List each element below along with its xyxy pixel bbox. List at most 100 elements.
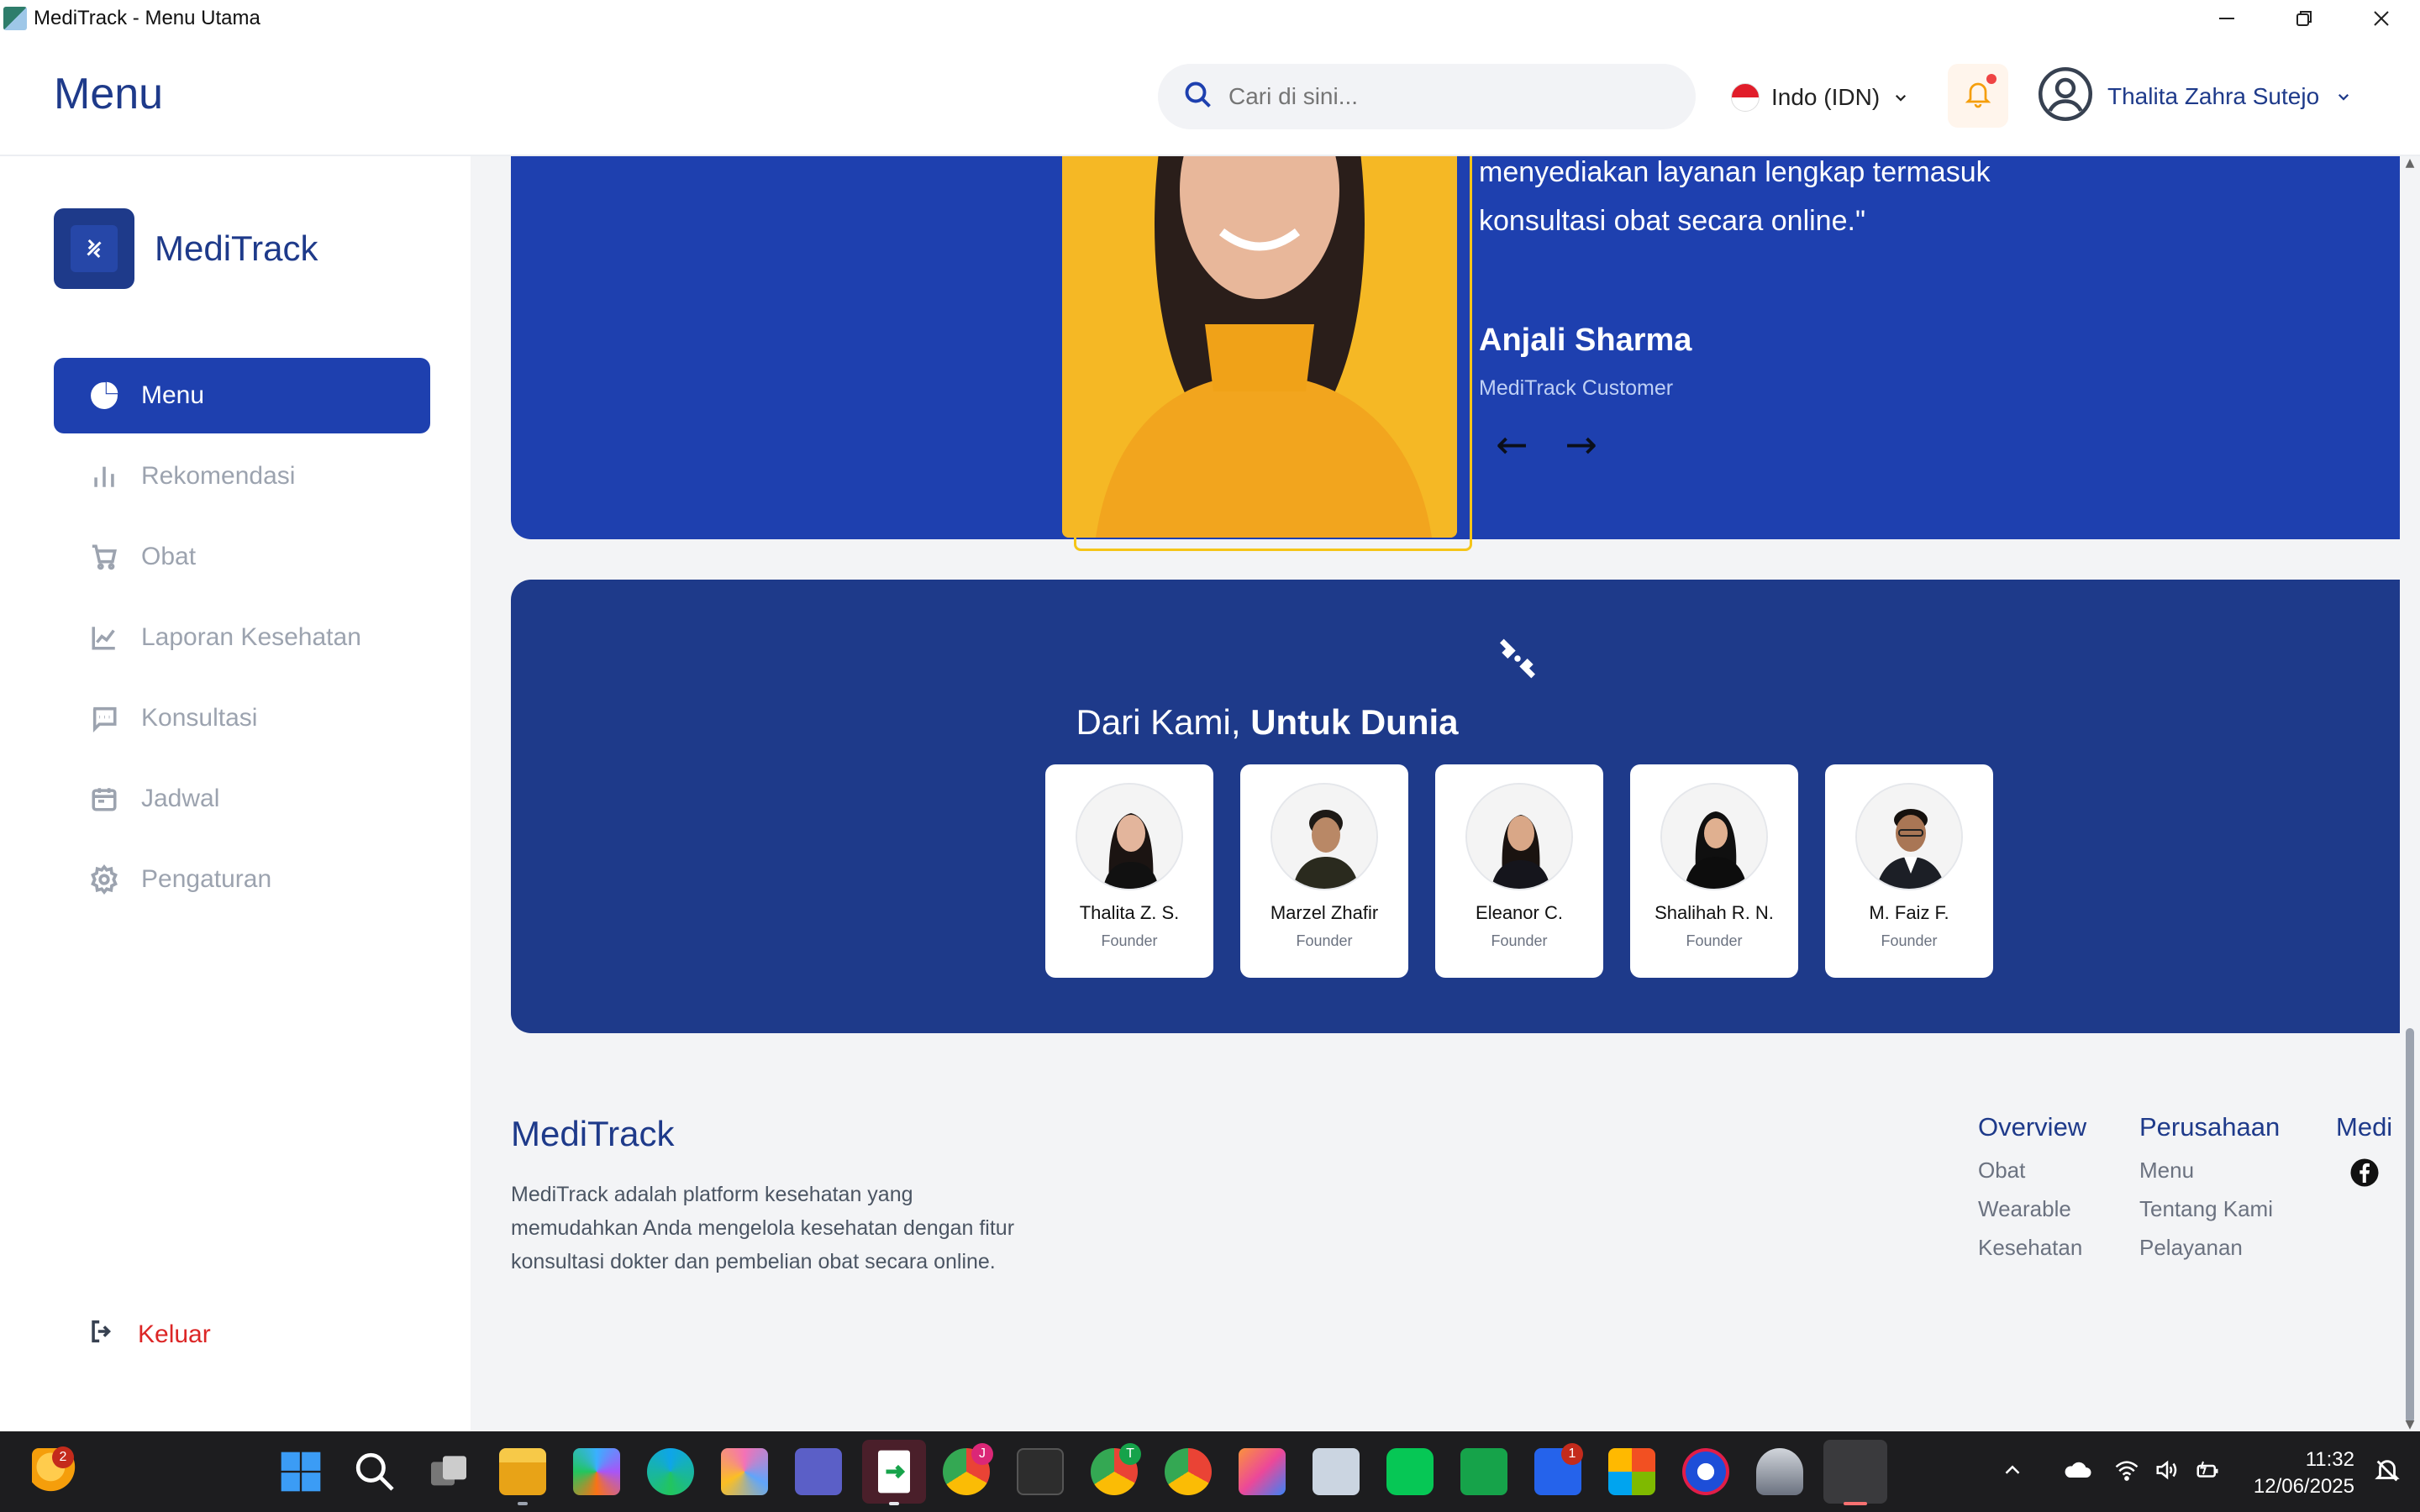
cart-icon: [87, 540, 121, 574]
sidebar-item-konsultasi[interactable]: Konsultasi: [54, 680, 430, 756]
logout-icon: [87, 1317, 138, 1352]
avatar: [1465, 783, 1573, 890]
vertical-scrollbar[interactable]: ▲ ▼: [2400, 156, 2420, 1431]
testimonial-photo: [1062, 156, 1457, 538]
notification-dot: [1986, 74, 1996, 84]
onedrive-icon[interactable]: [2062, 1457, 2092, 1486]
calendar-icon: [87, 782, 121, 816]
team-card[interactable]: Marzel Zhafir Founder: [1240, 764, 1408, 978]
footer-link[interactable]: Pelayanan: [2139, 1235, 2280, 1273]
chat-icon: [87, 701, 121, 735]
next-arrow-button[interactable]: →: [1565, 423, 1598, 465]
avatar: [1270, 783, 1378, 890]
active-app-highlight[interactable]: [862, 1440, 926, 1504]
copilot-icon[interactable]: [721, 1448, 768, 1495]
user-menu[interactable]: Thalita Zahra Sutejo: [2037, 66, 2351, 126]
team-card[interactable]: M. Faiz F. Founder: [1825, 764, 1993, 978]
scrollbar-thumb[interactable]: [2406, 1028, 2414, 1423]
meditrack-logo-icon: [54, 208, 134, 289]
avatar: [1660, 783, 1768, 890]
language-selector[interactable]: Indo (IDN): [1731, 79, 1908, 116]
sidebar-item-menu[interactable]: Menu: [54, 358, 430, 433]
member-name: Eleanor C.: [1476, 902, 1563, 923]
scroll-down-icon[interactable]: ▼: [2403, 1418, 2417, 1431]
resource-monitor-icon[interactable]: [1313, 1448, 1360, 1495]
member-role: Founder: [1881, 932, 1938, 949]
app-notification-badge: 1: [1561, 1443, 1583, 1465]
close-window-button[interactable]: [2343, 0, 2420, 37]
testimonial-section: menyediakan layanan lengkap termasuk kon…: [511, 156, 2400, 551]
footer-brand: MediTrack: [511, 1114, 675, 1153]
database-icon[interactable]: [1756, 1448, 1803, 1495]
teams-icon[interactable]: [795, 1448, 842, 1495]
file-explorer-icon[interactable]: [499, 1448, 546, 1495]
search-input[interactable]: [1228, 83, 1665, 110]
line-chart-icon: [87, 621, 121, 654]
line-icon[interactable]: [1386, 1448, 1434, 1495]
top-header: Menu Indo (IDN) Thalita Zahra Sutejo: [0, 37, 2420, 156]
footer-link[interactable]: Menu: [2139, 1158, 2280, 1196]
meditrack-symbol-icon: [1494, 635, 1541, 685]
wifi-icon[interactable]: [2112, 1457, 2141, 1486]
battery-icon[interactable]: [2193, 1457, 2222, 1486]
member-role: Founder: [1296, 932, 1353, 949]
team-card[interactable]: Thalita Z. S. Founder: [1045, 764, 1213, 978]
chrome-profile-badge: T: [1119, 1443, 1141, 1465]
sidebar-item-label: Menu: [141, 381, 205, 409]
footer-link[interactable]: Kesehatan: [1978, 1235, 2086, 1273]
user-name: Thalita Zahra Sutejo: [2107, 83, 2320, 109]
minimize-button[interactable]: [2188, 0, 2265, 37]
brand[interactable]: MediTrack: [54, 208, 318, 289]
prev-arrow-button[interactable]: ←: [1496, 423, 1528, 465]
vpn-icon[interactable]: [1682, 1448, 1729, 1495]
sidebar-nav: Menu Rekomendasi Obat Laporan Kesehatan: [54, 358, 430, 922]
windows-start-icon[interactable]: [277, 1448, 324, 1495]
taskbar: 2 J T 1 11:32 12/06/2025: [0, 1431, 2420, 1512]
bell-icon: [1963, 79, 1993, 113]
chrome-icon[interactable]: [1165, 1448, 1212, 1495]
page-title: Menu: [54, 70, 164, 118]
notification-button[interactable]: [1948, 64, 2008, 128]
scroll-up-icon[interactable]: ▲: [2403, 156, 2417, 170]
search-icon[interactable]: [351, 1448, 398, 1495]
search-box[interactable]: [1158, 64, 1696, 129]
image-app-icon[interactable]: [1460, 1448, 1507, 1495]
sidebar-item-pengaturan[interactable]: Pengaturan: [54, 842, 430, 917]
terminal-icon[interactable]: [1017, 1448, 1064, 1495]
sidebar: MediTrack Menu Rekomendasi Obat Laporan …: [0, 156, 471, 1431]
sidebar-item-jadwal[interactable]: Jadwal: [54, 761, 430, 837]
chevron-up-icon[interactable]: [2000, 1457, 2025, 1486]
testimonial-quote: menyediakan layanan lengkap termasuk kon…: [1479, 156, 1991, 237]
team-card[interactable]: Eleanor C. Founder: [1435, 764, 1603, 978]
intellij-icon[interactable]: [1239, 1448, 1286, 1495]
footer-link[interactable]: Obat: [1978, 1158, 2086, 1196]
avatar: [1076, 783, 1183, 890]
sidebar-item-laporan-kesehatan[interactable]: Laporan Kesehatan: [54, 600, 430, 675]
footer-column-overview: Overview Obat Wearable Kesehatan: [1978, 1112, 2086, 1273]
edge-icon[interactable]: [647, 1448, 694, 1495]
sidebar-item-label: Obat: [141, 543, 197, 570]
sidebar-item-label: Laporan Kesehatan: [141, 623, 361, 651]
sidebar-item-rekomendasi[interactable]: Rekomendasi: [54, 438, 430, 514]
footer-heading: Perusahaan: [2139, 1112, 2281, 1142]
sidebar-item-obat[interactable]: Obat: [54, 519, 430, 595]
store-icon[interactable]: [1608, 1448, 1655, 1495]
brand-name: MediTrack: [155, 228, 318, 268]
meditrack-app-icon[interactable]: [1823, 1440, 1887, 1504]
footer-link[interactable]: Wearable: [1978, 1196, 2086, 1235]
chevron-down-icon: [1893, 84, 1908, 111]
team-card[interactable]: Shalihah R. N. Founder: [1630, 764, 1798, 978]
footer-link[interactable]: Tentang Kami: [2139, 1196, 2280, 1235]
facebook-icon[interactable]: [2349, 1158, 2392, 1192]
testimonial-name: Anjali Sharma: [1479, 323, 1692, 358]
system-clock[interactable]: 11:32 12/06/2025: [2254, 1446, 2354, 1500]
member-name: M. Faiz F.: [1869, 902, 1949, 923]
volume-icon[interactable]: [2153, 1457, 2181, 1486]
restore-button[interactable]: [2265, 0, 2343, 37]
notification-center-icon[interactable]: [2373, 1457, 2402, 1488]
logout-button[interactable]: Keluar: [87, 1317, 211, 1352]
task-view-icon[interactable]: [425, 1448, 472, 1495]
m365-icon[interactable]: [573, 1448, 620, 1495]
footer-description: MediTrack adalah platform kesehatan yang…: [511, 1183, 1015, 1273]
sidebar-item-label: Konsultasi: [141, 704, 258, 732]
